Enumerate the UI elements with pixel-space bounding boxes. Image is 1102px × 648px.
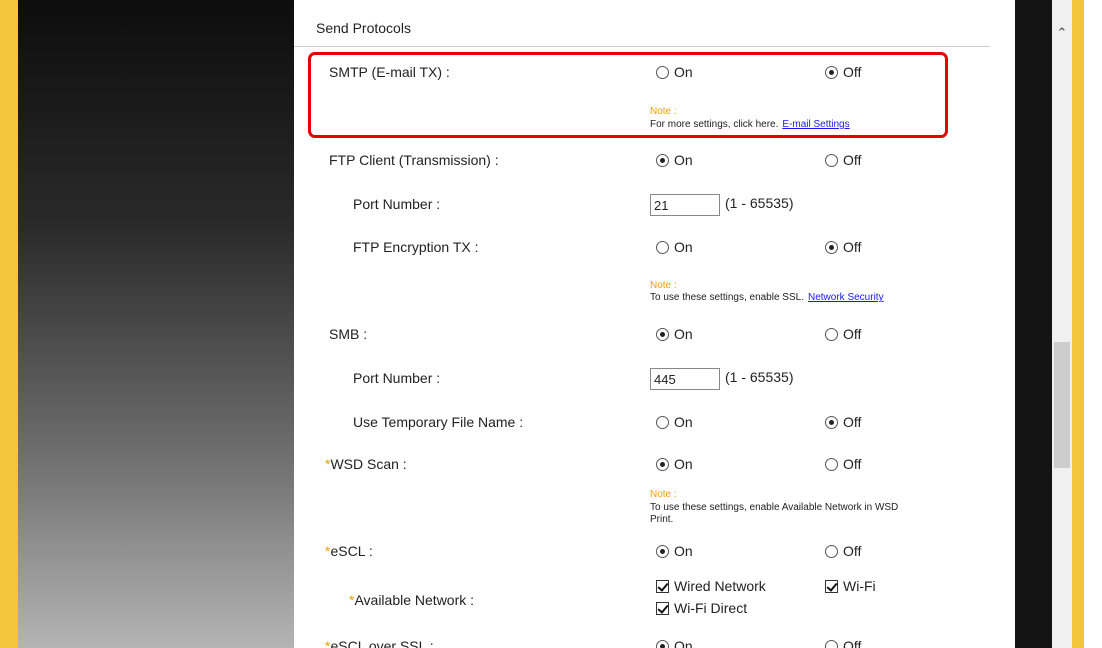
ftp-encryption-on-radio[interactable]	[656, 240, 669, 254]
temp-file-off-option[interactable]: Off	[825, 414, 861, 430]
smtp-highlight-box	[308, 52, 948, 138]
smb-on-option[interactable]: On	[656, 326, 693, 342]
ftp-client-on-option[interactable]: On	[656, 152, 693, 168]
available-network-label: *Available Network :	[349, 592, 474, 608]
ftp-port-input[interactable]	[650, 194, 720, 216]
escl-label: *eSCL :	[325, 543, 373, 559]
right-dark-gutter	[1015, 0, 1052, 648]
escl-off-radio[interactable]	[825, 544, 838, 558]
escl-ssl-off-radio[interactable]	[825, 639, 838, 648]
wsd-scan-label: *WSD Scan :	[325, 456, 407, 472]
wired-network-label: Wired Network	[674, 578, 766, 594]
escl-on-label: On	[674, 543, 693, 559]
smb-label: SMB :	[329, 326, 368, 342]
wired-network-option[interactable]: Wired Network	[656, 578, 766, 594]
escl-ssl-on-radio[interactable]	[656, 639, 669, 648]
temp-file-off-label: Off	[843, 414, 862, 430]
ftp-encryption-note: To use these settings, enable SSL. Networ…	[650, 292, 884, 303]
escl-ssl-off-label: Off	[843, 638, 862, 648]
escl-label-text: eSCL :	[330, 543, 373, 559]
scroll-up-arrow-icon[interactable]: ⌃	[1052, 20, 1072, 46]
wifi-option[interactable]: Wi-Fi	[825, 578, 876, 594]
escl-ssl-label-text: eSCL over SSL :	[330, 638, 434, 648]
escl-on-radio[interactable]	[656, 544, 669, 558]
escl-ssl-off-option[interactable]: Off	[825, 638, 861, 648]
wsd-scan-off-label: Off	[843, 456, 862, 472]
temp-file-off-radio[interactable]	[825, 415, 838, 429]
wifi-direct-label: Wi-Fi Direct	[674, 600, 748, 616]
escl-ssl-on-label: On	[674, 638, 693, 648]
wsd-scan-on-option[interactable]: On	[656, 456, 693, 472]
smb-off-label: Off	[843, 326, 862, 342]
wsd-scan-off-radio[interactable]	[825, 457, 838, 471]
settings-content: Send Protocols SMTP (E-mail TX) : On Off…	[294, 0, 1015, 648]
network-security-link[interactable]: Network Security	[808, 292, 884, 303]
wsd-scan-off-option[interactable]: Off	[825, 456, 861, 472]
ftp-client-off-radio[interactable]	[825, 153, 838, 167]
smb-port-input[interactable]	[650, 368, 720, 390]
escl-ssl-label: *eSCL over SSL :	[325, 638, 434, 648]
ftp-port-range: (1 - 65535)	[725, 195, 794, 211]
smb-port-label: Port Number :	[353, 370, 441, 386]
wifi-label: Wi-Fi	[843, 578, 876, 594]
wsd-scan-note-line2: Print.	[650, 514, 674, 525]
smb-on-radio[interactable]	[656, 327, 669, 341]
ftp-client-label: FTP Client (Transmission) :	[329, 152, 499, 168]
escl-off-label: Off	[843, 543, 862, 559]
ftp-encryption-on-label: On	[674, 239, 693, 255]
ftp-encryption-off-radio[interactable]	[825, 240, 838, 254]
ftp-encryption-note-text: To use these settings, enable SSL.	[650, 292, 804, 303]
right-margin	[1084, 0, 1102, 648]
section-title: Send Protocols	[316, 20, 411, 36]
ftp-encryption-on-option[interactable]: On	[656, 239, 693, 255]
scrollbar-thumb[interactable]	[1054, 342, 1070, 468]
ftp-client-off-label: Off	[843, 152, 862, 168]
right-accent-bar	[1072, 0, 1084, 648]
smb-on-label: On	[674, 326, 693, 342]
wifi-direct-option[interactable]: Wi-Fi Direct	[656, 600, 747, 616]
wsd-scan-on-radio[interactable]	[656, 457, 669, 471]
wsd-scan-note-line1: To use these settings, enable Available …	[650, 502, 899, 513]
ftp-encryption-label: FTP Encryption TX :	[353, 239, 479, 255]
left-accent-bar	[0, 0, 18, 648]
wifi-checkbox[interactable]	[825, 579, 838, 593]
temp-file-on-radio[interactable]	[656, 415, 669, 429]
ftp-client-off-option[interactable]: Off	[825, 152, 861, 168]
smb-off-radio[interactable]	[825, 327, 838, 341]
ftp-port-label: Port Number :	[353, 196, 441, 212]
escl-on-option[interactable]: On	[656, 543, 693, 559]
smb-port-range: (1 - 65535)	[725, 369, 794, 385]
ftp-client-on-radio[interactable]	[656, 153, 669, 167]
wifi-direct-checkbox[interactable]	[656, 601, 669, 615]
temp-file-label: Use Temporary File Name :	[353, 414, 524, 430]
available-network-label-text: Available Network :	[354, 592, 475, 608]
escl-ssl-on-option[interactable]: On	[656, 638, 693, 648]
ftp-encryption-note-label: Note :	[650, 280, 677, 291]
left-dark-panel	[18, 0, 294, 648]
ftp-encryption-off-label: Off	[843, 239, 862, 255]
vertical-scrollbar[interactable]: ⌃	[1052, 0, 1072, 648]
temp-file-on-label: On	[674, 414, 693, 430]
escl-off-option[interactable]: Off	[825, 543, 861, 559]
wired-network-checkbox[interactable]	[656, 579, 669, 593]
wsd-scan-on-label: On	[674, 456, 693, 472]
ftp-encryption-off-option[interactable]: Off	[825, 239, 861, 255]
smb-off-option[interactable]: Off	[825, 326, 861, 342]
ftp-client-on-label: On	[674, 152, 693, 168]
temp-file-on-option[interactable]: On	[656, 414, 693, 430]
wsd-scan-note-label: Note :	[650, 489, 677, 500]
wsd-scan-label-text: WSD Scan :	[330, 456, 407, 472]
section-divider	[294, 46, 990, 47]
